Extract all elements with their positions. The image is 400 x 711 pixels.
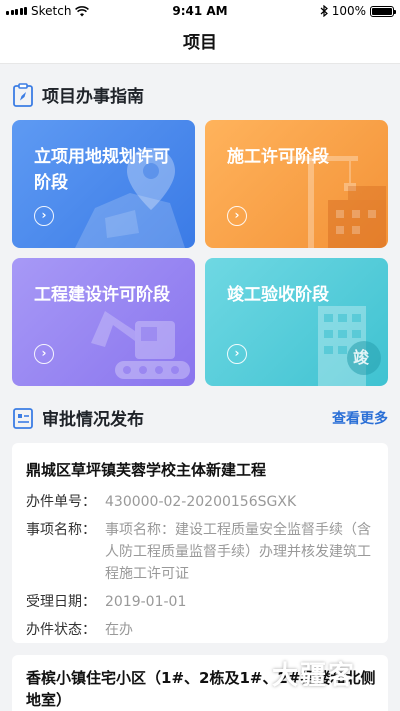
status-right: 100% bbox=[320, 4, 396, 18]
completion-badge: 竣 bbox=[353, 348, 370, 367]
battery-percent: 100% bbox=[331, 4, 366, 18]
tile-engineering-permit[interactable]: 工程建设许可阶段 › bbox=[12, 258, 195, 386]
chevron-right-icon: › bbox=[34, 344, 54, 364]
row-key: 办件单号： bbox=[26, 494, 96, 510]
row-value: 事项名称：建设工程质量安全监督手续（含人防工程质量监督手续）办理并核发建筑工程施… bbox=[105, 522, 371, 582]
building-icon bbox=[318, 306, 381, 386]
row-value: 2019-01-01 bbox=[105, 594, 187, 610]
guide-section-header: 项目办事指南 bbox=[12, 82, 388, 107]
page-title: 项目 bbox=[183, 33, 217, 53]
tile-label: 立项用地规划许可阶段 bbox=[34, 147, 170, 193]
card-title: 鼎城区草坪镇芙蓉学校主体新建工程 bbox=[26, 461, 267, 479]
battery-icon bbox=[370, 5, 396, 17]
compass-clipboard-icon bbox=[13, 82, 33, 107]
row-key: 事项名称： bbox=[26, 522, 96, 538]
status-bar: Sketch 9:41 AM 100% bbox=[0, 0, 400, 22]
document-list-icon bbox=[13, 407, 33, 429]
battery-level bbox=[372, 7, 392, 15]
tile-completion-acceptance[interactable]: 竣 竣工验收阶段 › bbox=[205, 258, 388, 386]
tile-label: 竣工验收阶段 bbox=[227, 285, 329, 305]
chevron-right-icon: › bbox=[227, 344, 247, 364]
tile-label: 工程建设许可阶段 bbox=[34, 285, 170, 305]
row-key: 受理日期： bbox=[26, 594, 96, 610]
bluetooth-icon bbox=[320, 5, 328, 17]
chevron-right-icon: › bbox=[34, 206, 54, 226]
chevron-right-icon: › bbox=[227, 206, 247, 226]
guide-section-title: 项目办事指南 bbox=[42, 87, 144, 107]
card-row-accept-date: 受理日期： 2019-01-01 bbox=[12, 591, 388, 613]
card-row-order-number: 办件单号： 430000-02-20200156SGXK bbox=[12, 491, 388, 513]
tile-land-planning-permit[interactable]: 立项用地规划许可阶段 › bbox=[12, 120, 195, 248]
approval-card[interactable]: 鼎城区草坪镇芙蓉学校主体新建工程 办件单号： 430000-02-2020015… bbox=[12, 443, 388, 643]
row-value: 430000-02-20200156SGXK bbox=[105, 494, 297, 510]
card-row-status: 办件状态： 在办 bbox=[12, 619, 388, 641]
row-value: 在办 bbox=[105, 622, 133, 638]
tile-construction-permit[interactable]: 施工许可阶段 › bbox=[205, 120, 388, 248]
approval-section-title: 审批情况发布 bbox=[42, 410, 144, 430]
nav-bar: 项目 bbox=[0, 22, 400, 64]
view-more-link[interactable]: 查看更多 bbox=[332, 408, 388, 428]
approval-section-header: 审批情况发布 查看更多 bbox=[12, 405, 388, 430]
tile-label: 施工许可阶段 bbox=[227, 147, 329, 167]
row-key: 办件状态： bbox=[26, 622, 96, 638]
card-row-item-name: 事项名称： 事项名称：建设工程质量安全监督手续（含人防工程质量监督手续）办理并核… bbox=[12, 519, 388, 585]
watermark-text: 大疆客 bbox=[272, 661, 357, 691]
